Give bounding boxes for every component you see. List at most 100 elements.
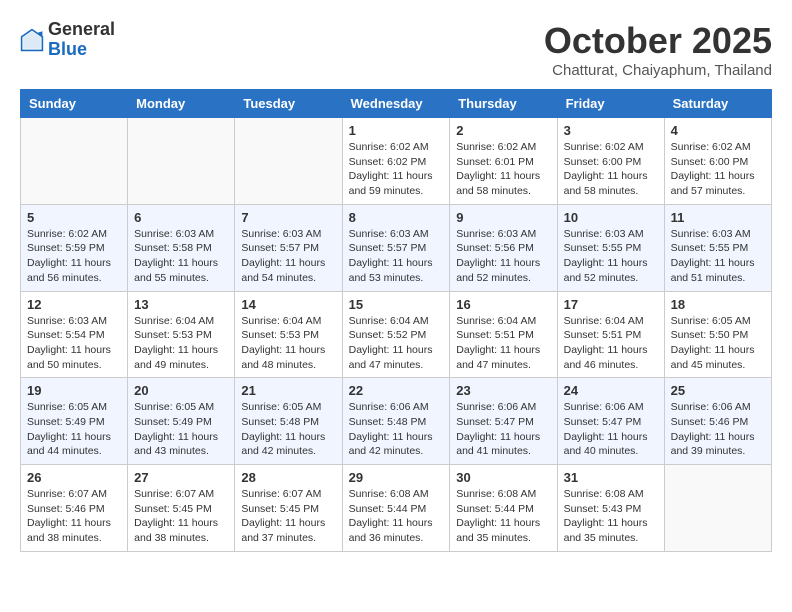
- day-cell: 7 Sunrise: 6:03 AM Sunset: 5:57 PM Daylig…: [235, 204, 342, 291]
- day-cell: 22 Sunrise: 6:06 AM Sunset: 5:48 PM Dayli…: [342, 378, 450, 465]
- day-info: Sunrise: 6:08 AM Sunset: 5:44 PM Dayligh…: [456, 487, 550, 546]
- weekday-header-sunday: Sunday: [21, 90, 128, 118]
- day-number: 13: [134, 297, 228, 312]
- day-info: Sunrise: 6:06 AM Sunset: 5:47 PM Dayligh…: [456, 400, 550, 459]
- day-number: 12: [27, 297, 121, 312]
- day-info: Sunrise: 6:07 AM Sunset: 5:45 PM Dayligh…: [241, 487, 335, 546]
- day-info: Sunrise: 6:03 AM Sunset: 5:54 PM Dayligh…: [27, 314, 121, 373]
- day-cell: 27Sunrise: 6:07 AM Sunset: 5:45 PM Dayli…: [128, 465, 235, 552]
- day-cell: 12 Sunrise: 6:03 AM Sunset: 5:54 PM Dayli…: [21, 291, 128, 378]
- week-row-3: 12 Sunrise: 6:03 AM Sunset: 5:54 PM Dayli…: [21, 291, 772, 378]
- weekday-header-tuesday: Tuesday: [235, 90, 342, 118]
- day-info: Sunrise: 6:03 AM Sunset: 5:56 PM Dayligh…: [456, 227, 550, 286]
- day-info: Sunrise: 6:02 AM Sunset: 6:00 PM Dayligh…: [564, 140, 658, 199]
- day-cell: 18Sunrise: 6:05 AM Sunset: 5:50 PM Dayli…: [664, 291, 771, 378]
- day-cell: 25 Sunrise: 6:06 AM Sunset: 5:46 PM Dayli…: [664, 378, 771, 465]
- day-number: 29: [349, 470, 444, 485]
- day-cell: 10 Sunrise: 6:03 AM Sunset: 5:55 PM Dayli…: [557, 204, 664, 291]
- day-info: Sunrise: 6:02 AM Sunset: 6:02 PM Dayligh…: [349, 140, 444, 199]
- day-number: 6: [134, 210, 228, 225]
- day-number: 22: [349, 383, 444, 398]
- day-info: Sunrise: 6:06 AM Sunset: 5:48 PM Dayligh…: [349, 400, 444, 459]
- day-number: 15: [349, 297, 444, 312]
- day-info: Sunrise: 6:05 AM Sunset: 5:48 PM Dayligh…: [241, 400, 335, 459]
- day-info: Sunrise: 6:08 AM Sunset: 5:44 PM Dayligh…: [349, 487, 444, 546]
- weekday-header-monday: Monday: [128, 90, 235, 118]
- day-number: 20: [134, 383, 228, 398]
- weekday-header-row: SundayMondayTuesdayWednesdayThursdayFrid…: [21, 90, 772, 118]
- day-number: 28: [241, 470, 335, 485]
- day-number: 9: [456, 210, 550, 225]
- day-number: 26: [27, 470, 121, 485]
- day-number: 2: [456, 123, 550, 138]
- calendar-table: SundayMondayTuesdayWednesdayThursdayFrid…: [20, 89, 772, 552]
- day-info: Sunrise: 6:07 AM Sunset: 5:46 PM Dayligh…: [27, 487, 121, 546]
- day-number: 25: [671, 383, 765, 398]
- day-number: 16: [456, 297, 550, 312]
- day-info: Sunrise: 6:04 AM Sunset: 5:53 PM Dayligh…: [241, 314, 335, 373]
- logo-icon: [20, 28, 44, 52]
- day-cell: 23 Sunrise: 6:06 AM Sunset: 5:47 PM Dayli…: [450, 378, 557, 465]
- day-cell: 8Sunrise: 6:03 AM Sunset: 5:57 PM Daylig…: [342, 204, 450, 291]
- day-cell: 15 Sunrise: 6:04 AM Sunset: 5:52 PM Dayli…: [342, 291, 450, 378]
- day-cell: 17 Sunrise: 6:04 AM Sunset: 5:51 PM Dayli…: [557, 291, 664, 378]
- day-cell: 13Sunrise: 6:04 AM Sunset: 5:53 PM Dayli…: [128, 291, 235, 378]
- day-info: Sunrise: 6:06 AM Sunset: 5:47 PM Dayligh…: [564, 400, 658, 459]
- day-number: 23: [456, 383, 550, 398]
- logo-blue: Blue: [48, 39, 87, 59]
- day-number: 30: [456, 470, 550, 485]
- day-cell: 1 Sunrise: 6:02 AM Sunset: 6:02 PM Daylig…: [342, 118, 450, 205]
- week-row-1: 1 Sunrise: 6:02 AM Sunset: 6:02 PM Daylig…: [21, 118, 772, 205]
- day-cell: 11 Sunrise: 6:03 AM Sunset: 5:55 PM Dayli…: [664, 204, 771, 291]
- calendar-subtitle: Chatturat, Chaiyaphum, Thailand: [544, 62, 772, 79]
- day-number: 31: [564, 470, 658, 485]
- day-cell: 19 Sunrise: 6:05 AM Sunset: 5:49 PM Dayli…: [21, 378, 128, 465]
- day-cell: 26 Sunrise: 6:07 AM Sunset: 5:46 PM Dayli…: [21, 465, 128, 552]
- day-number: 4: [671, 123, 765, 138]
- day-cell: 5Sunrise: 6:02 AM Sunset: 5:59 PM Daylig…: [21, 204, 128, 291]
- day-cell: 30 Sunrise: 6:08 AM Sunset: 5:44 PM Dayli…: [450, 465, 557, 552]
- day-info: Sunrise: 6:05 AM Sunset: 5:49 PM Dayligh…: [27, 400, 121, 459]
- day-number: 7: [241, 210, 335, 225]
- day-number: 19: [27, 383, 121, 398]
- day-number: 5: [27, 210, 121, 225]
- calendar-title: October 2025: [544, 20, 772, 62]
- day-number: 10: [564, 210, 658, 225]
- week-row-5: 26 Sunrise: 6:07 AM Sunset: 5:46 PM Dayli…: [21, 465, 772, 552]
- day-info: Sunrise: 6:03 AM Sunset: 5:57 PM Dayligh…: [241, 227, 335, 286]
- weekday-header-saturday: Saturday: [664, 90, 771, 118]
- day-info: Sunrise: 6:03 AM Sunset: 5:55 PM Dayligh…: [671, 227, 765, 286]
- weekday-header-wednesday: Wednesday: [342, 90, 450, 118]
- day-number: 14: [241, 297, 335, 312]
- day-number: 1: [349, 123, 444, 138]
- day-cell: [664, 465, 771, 552]
- day-info: Sunrise: 6:02 AM Sunset: 6:01 PM Dayligh…: [456, 140, 550, 199]
- day-cell: [21, 118, 128, 205]
- week-row-4: 19 Sunrise: 6:05 AM Sunset: 5:49 PM Dayli…: [21, 378, 772, 465]
- day-cell: 21Sunrise: 6:05 AM Sunset: 5:48 PM Dayli…: [235, 378, 342, 465]
- day-info: Sunrise: 6:06 AM Sunset: 5:46 PM Dayligh…: [671, 400, 765, 459]
- day-cell: 29 Sunrise: 6:08 AM Sunset: 5:44 PM Dayli…: [342, 465, 450, 552]
- day-info: Sunrise: 6:04 AM Sunset: 5:52 PM Dayligh…: [349, 314, 444, 373]
- day-number: 18: [671, 297, 765, 312]
- weekday-header-friday: Friday: [557, 90, 664, 118]
- logo-general: General: [48, 19, 115, 39]
- day-number: 8: [349, 210, 444, 225]
- day-info: Sunrise: 6:07 AM Sunset: 5:45 PM Dayligh…: [134, 487, 228, 546]
- day-cell: [235, 118, 342, 205]
- day-cell: 31Sunrise: 6:08 AM Sunset: 5:43 PM Dayli…: [557, 465, 664, 552]
- day-info: Sunrise: 6:05 AM Sunset: 5:49 PM Dayligh…: [134, 400, 228, 459]
- day-cell: 9 Sunrise: 6:03 AM Sunset: 5:56 PM Daylig…: [450, 204, 557, 291]
- week-row-2: 5Sunrise: 6:02 AM Sunset: 5:59 PM Daylig…: [21, 204, 772, 291]
- day-number: 17: [564, 297, 658, 312]
- day-info: Sunrise: 6:03 AM Sunset: 5:55 PM Dayligh…: [564, 227, 658, 286]
- day-number: 3: [564, 123, 658, 138]
- day-cell: 28 Sunrise: 6:07 AM Sunset: 5:45 PM Dayli…: [235, 465, 342, 552]
- day-cell: [128, 118, 235, 205]
- day-number: 24: [564, 383, 658, 398]
- day-number: 11: [671, 210, 765, 225]
- day-info: Sunrise: 6:04 AM Sunset: 5:51 PM Dayligh…: [564, 314, 658, 373]
- day-info: Sunrise: 6:03 AM Sunset: 5:58 PM Dayligh…: [134, 227, 228, 286]
- day-info: Sunrise: 6:02 AM Sunset: 6:00 PM Dayligh…: [671, 140, 765, 199]
- day-cell: 14 Sunrise: 6:04 AM Sunset: 5:53 PM Dayli…: [235, 291, 342, 378]
